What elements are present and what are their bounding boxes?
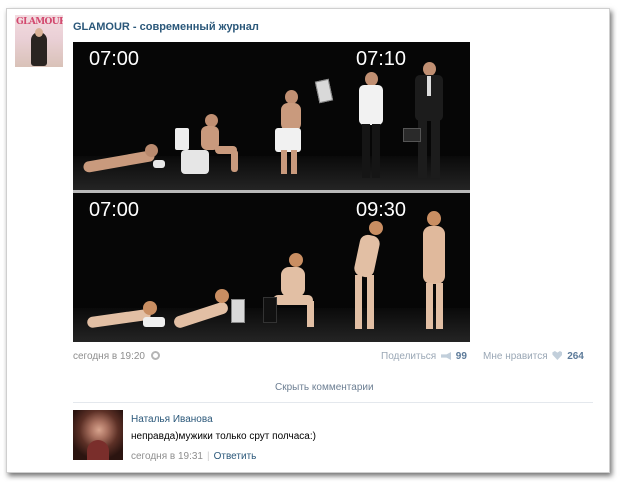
photo-panel-men: 07:00 07:10: [73, 42, 470, 190]
hide-comments-link[interactable]: Скрыть комментарии: [275, 382, 374, 393]
man-in-shirt: [353, 72, 389, 182]
comment-divider: [73, 402, 593, 403]
avatar-brand-logo: GLAMOUR: [16, 17, 63, 27]
woman-sitting: [263, 253, 333, 333]
like-label: Мне нравится: [483, 351, 548, 362]
like-count: 264: [567, 351, 584, 362]
commenter-avatar[interactable]: [73, 410, 123, 460]
share-button[interactable]: Поделиться 99: [381, 351, 467, 362]
heart-icon: [552, 351, 563, 360]
comment-text: неправда)мужики только срут полчаса:): [131, 431, 316, 442]
woman-dressed: [417, 211, 457, 333]
like-button[interactable]: Мне нравится 264: [483, 351, 584, 362]
post-card: GLAMOUR GLAMOUR - современный журнал 07:…: [6, 8, 610, 473]
woman-bending: [347, 221, 387, 333]
comment-meta: сегодня в 19:31 | Ответить: [131, 451, 256, 462]
group-avatar[interactable]: GLAMOUR: [15, 15, 63, 67]
post-date-text[interactable]: сегодня в 19:20: [73, 351, 145, 362]
time-label-end: 07:10: [356, 48, 407, 70]
time-label-end: 09:30: [356, 199, 407, 221]
megaphone-icon: [441, 352, 452, 360]
man-lying: [82, 142, 165, 174]
time-label-start: 07:00: [89, 199, 140, 221]
share-count: 99: [455, 351, 467, 362]
woman-crawling: [172, 289, 253, 333]
avatar-figure: [31, 28, 47, 66]
post-photo[interactable]: 07:00 07:10 07:00 09:30: [73, 42, 470, 342]
photo-panel-women: 07:00 09:30: [73, 193, 470, 342]
woman-lying: [86, 301, 167, 331]
gear-icon[interactable]: [150, 351, 160, 360]
post-date[interactable]: сегодня в 19:20: [73, 351, 160, 362]
group-name-link[interactable]: GLAMOUR - современный журнал: [73, 21, 259, 33]
comment-author-link[interactable]: Наталья Иванова: [131, 414, 213, 425]
man-in-towel: [261, 78, 341, 180]
man-in-suit: [403, 62, 449, 182]
reply-button[interactable]: Ответить: [214, 451, 257, 462]
time-label-start: 07:00: [89, 48, 140, 70]
share-label: Поделиться: [381, 351, 437, 362]
man-on-toilet: [175, 114, 245, 179]
comment-date[interactable]: сегодня в 19:31: [131, 451, 203, 462]
separator: |: [207, 451, 210, 462]
